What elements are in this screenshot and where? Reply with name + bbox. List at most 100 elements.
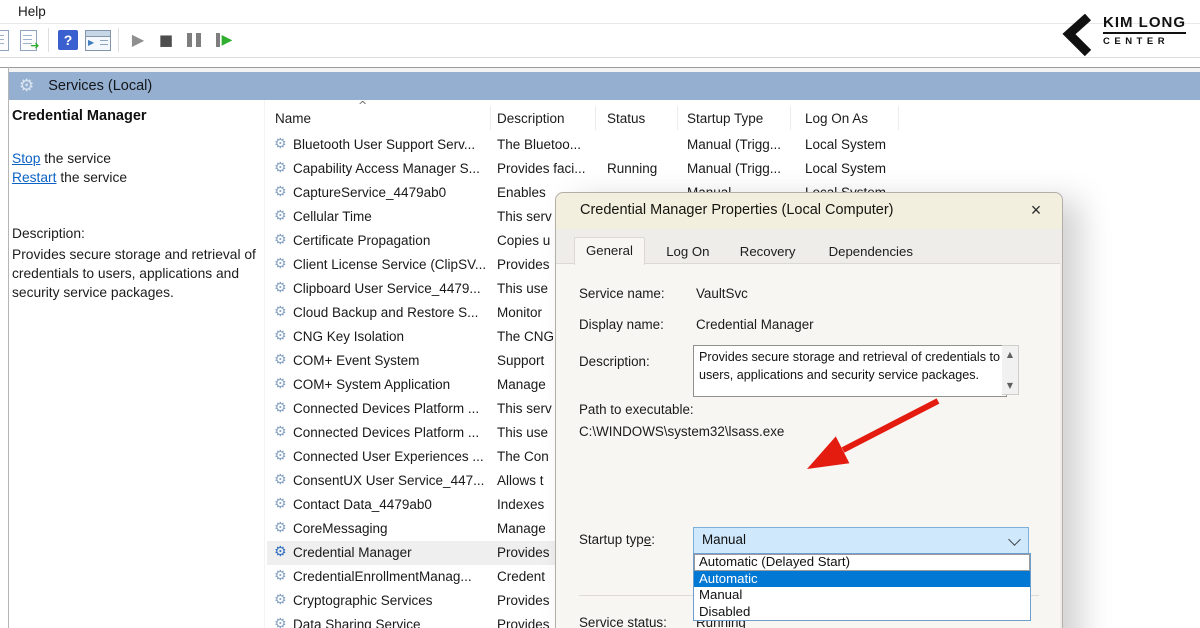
service-name: ConsentUX User Service_447... bbox=[293, 473, 491, 488]
service-gear-icon: ⚙ bbox=[274, 592, 287, 608]
tab-dependencies[interactable]: Dependencies bbox=[818, 240, 924, 264]
service-name: Connected User Experiences ... bbox=[293, 449, 491, 464]
show-console-tree-icon[interactable]: ▶ bbox=[84, 27, 112, 53]
column-separator[interactable] bbox=[898, 106, 899, 130]
service-name: COM+ System Application bbox=[293, 377, 491, 392]
description-label: Description: bbox=[579, 354, 650, 369]
service-name: Cellular Time bbox=[293, 209, 491, 224]
service-name: Connected Devices Platform ... bbox=[293, 401, 491, 416]
pane-description-text: Provides secure storage and retrieval of… bbox=[12, 245, 260, 302]
dropdown-option[interactable]: Automatic (Delayed Start) bbox=[694, 554, 1030, 571]
pause-service-icon[interactable] bbox=[182, 27, 206, 53]
column-separator[interactable] bbox=[790, 106, 791, 130]
dialog-general-tab-page: Service name: VaultSvc Display name: Cre… bbox=[556, 263, 1060, 628]
service-gear-icon: ⚙ bbox=[274, 280, 287, 296]
dropdown-option[interactable]: Disabled bbox=[694, 604, 1030, 621]
column-separator[interactable] bbox=[595, 106, 596, 130]
service-gear-icon: ⚙ bbox=[274, 304, 287, 320]
service-gear-icon: ⚙ bbox=[274, 376, 287, 392]
column-separator[interactable] bbox=[490, 106, 491, 130]
service-name: Bluetooth User Support Serv... bbox=[293, 137, 491, 152]
service-gear-icon: ⚙ bbox=[274, 208, 287, 224]
help-button-icon[interactable]: ? bbox=[56, 27, 80, 53]
service-name: COM+ Event System bbox=[293, 353, 491, 368]
dropdown-option[interactable]: Manual bbox=[694, 587, 1030, 604]
service-name: Cloud Backup and Restore S... bbox=[293, 305, 491, 320]
service-status: Running bbox=[607, 161, 683, 176]
service-gear-icon: ⚙ bbox=[274, 616, 287, 628]
scroll-down-icon[interactable]: ▼ bbox=[1002, 381, 1018, 390]
service-log-on-as: Local System bbox=[805, 161, 925, 176]
path-to-executable-value: C:\WINDOWS\system32\lsass.exe bbox=[579, 424, 784, 439]
service-description: Provides faci... bbox=[497, 161, 603, 176]
export-arrow-icon: ➜ bbox=[30, 41, 39, 52]
kim-long-center-logo: KIM LONG CENTER bbox=[1066, 12, 1186, 56]
service-name-value: VaultSvc bbox=[696, 286, 748, 301]
startup-type-combobox[interactable]: Manual bbox=[693, 527, 1029, 554]
path-to-executable-label: Path to executable: bbox=[579, 402, 694, 417]
service-gear-icon: ⚙ bbox=[274, 400, 287, 416]
export-list-icon[interactable]: ➜ bbox=[16, 27, 40, 53]
dialog-title: Credential Manager Properties (Local Com… bbox=[580, 202, 894, 218]
toolbar: ➜ ? ▶ ▶ ■ ▶ bbox=[0, 24, 1200, 58]
chevron-down-icon[interactable] bbox=[1008, 533, 1021, 546]
column-header-name[interactable]: Name bbox=[275, 111, 311, 126]
restart-service-line: Restart the service bbox=[12, 170, 127, 185]
service-gear-icon: ⚙ bbox=[274, 568, 287, 584]
label-prefix: Startup typ bbox=[579, 532, 644, 547]
menu-item-help[interactable]: Help bbox=[14, 3, 50, 20]
service-gear-icon: ⚙ bbox=[274, 328, 287, 344]
start-service-icon[interactable]: ▶ bbox=[126, 27, 150, 53]
tab-general[interactable]: General bbox=[574, 237, 645, 265]
service-name: CNG Key Isolation bbox=[293, 329, 491, 344]
service-gear-icon: ⚙ bbox=[274, 136, 287, 152]
tab-recovery[interactable]: Recovery bbox=[729, 240, 807, 264]
column-header-startup-type[interactable]: Startup Type bbox=[687, 111, 763, 126]
service-status-label: Service status: bbox=[579, 615, 667, 628]
description-textarea[interactable]: Provides secure storage and retrieval of… bbox=[693, 345, 1007, 397]
logo-line1: KIM LONG bbox=[1103, 14, 1186, 34]
stop-service-icon[interactable]: ■ bbox=[154, 27, 178, 53]
column-header-status[interactable]: Status bbox=[607, 111, 645, 126]
service-name: Clipboard User Service_4479... bbox=[293, 281, 491, 296]
column-header-log-on-as[interactable]: Log On As bbox=[805, 111, 868, 126]
service-gear-icon: ⚙ bbox=[274, 256, 287, 272]
scroll-up-icon[interactable]: ▲ bbox=[1002, 350, 1018, 359]
display-name-value: Credential Manager bbox=[696, 317, 814, 332]
service-name: Client License Service (ClipSV... bbox=[293, 257, 491, 272]
column-header-description[interactable]: Description bbox=[497, 111, 565, 126]
service-name: CoreMessaging bbox=[293, 521, 491, 536]
dropdown-option[interactable]: Automatic bbox=[694, 571, 1030, 588]
services-logo-icon: ⚙ bbox=[19, 78, 34, 95]
service-name: Data Sharing Service bbox=[293, 617, 491, 628]
display-name-label: Display name: bbox=[579, 317, 664, 332]
service-name: CaptureService_4479ab0 bbox=[293, 185, 491, 200]
close-icon[interactable]: × bbox=[1024, 198, 1048, 222]
service-name-label: Service name: bbox=[579, 286, 665, 301]
table-row[interactable]: ⚙Bluetooth User Support Serv...The Bluet… bbox=[265, 133, 1200, 157]
restart-service-icon[interactable]: ▶ bbox=[210, 27, 238, 53]
column-separator[interactable] bbox=[677, 106, 678, 130]
dialog-titlebar: Credential Manager Properties (Local Com… bbox=[556, 193, 1062, 229]
description-scrollbar[interactable]: ▲ ▼ bbox=[1002, 345, 1019, 395]
service-name: Certificate Propagation bbox=[293, 233, 491, 248]
startup-type-label: Startup type: bbox=[579, 532, 655, 547]
logo-chevron-icon bbox=[1060, 14, 1094, 56]
properties-dialog: Credential Manager Properties (Local Com… bbox=[555, 192, 1063, 628]
restart-service-link[interactable]: Restart bbox=[12, 170, 56, 185]
service-gear-icon: ⚙ bbox=[274, 160, 287, 176]
service-startup-type: Manual (Trigg... bbox=[687, 137, 801, 152]
table-header: Name ^ Description Status Startup Type L… bbox=[265, 103, 1200, 132]
sort-ascending-icon: ^ bbox=[358, 100, 367, 111]
tab-log-on[interactable]: Log On bbox=[655, 240, 720, 264]
console-header-title: Services (Local) bbox=[48, 78, 152, 94]
screen: Help ➜ ? ▶ ▶ ■ ▶ bbox=[0, 0, 1200, 628]
table-row[interactable]: ⚙Capability Access Manager S...Provides … bbox=[265, 157, 1200, 181]
service-gear-icon: ⚙ bbox=[274, 496, 287, 512]
selected-service-title: Credential Manager bbox=[12, 108, 147, 124]
startup-type-dropdown-list: Automatic (Delayed Start)AutomaticManual… bbox=[693, 553, 1031, 621]
service-gear-icon: ⚙ bbox=[274, 448, 287, 464]
clipped-document-icon[interactable] bbox=[0, 27, 12, 53]
stop-service-link[interactable]: Stop bbox=[12, 151, 40, 166]
service-name: Contact Data_4479ab0 bbox=[293, 497, 491, 512]
